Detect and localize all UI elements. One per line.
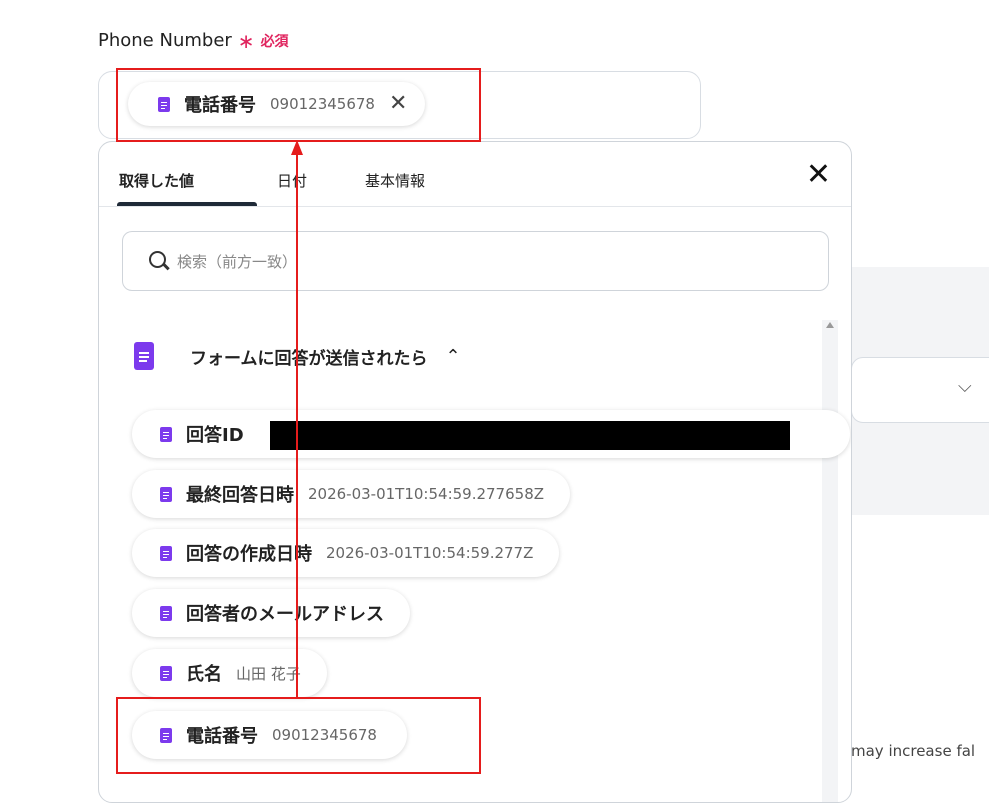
form-document-icon [160,486,172,502]
close-icon[interactable]: ✕ [806,160,831,190]
scroll-up-arrow-icon[interactable] [826,322,834,328]
tab-obtained-values[interactable]: 取得した値 [119,170,194,191]
redacted-value [270,421,790,450]
annotation-arrow-head-icon [291,140,303,155]
highlight-box-phone-item [116,697,481,774]
list-item[interactable]: 最終回答日時 2026-03-01T10:54:59.277658Z [132,470,571,518]
search-input[interactable]: 検索（前方一致） [122,231,829,291]
annotation-arrow-line [296,154,298,697]
form-document-icon [160,605,172,621]
item-label: 最終回答日時 [186,485,294,506]
field-label: Phone Number ∗ 必須 [98,30,289,51]
form-document-icon [134,342,154,370]
item-label: 回答者のメールアドレス [186,604,384,625]
item-label: 氏名 [186,664,222,685]
item-value: 2026-03-01T10:54:59.277Z [326,544,534,562]
search-icon [149,251,169,271]
scrollbar[interactable] [822,320,838,802]
required-text: 必須 [260,33,289,50]
item-value: 2026-03-01T10:54:59.277658Z [308,485,545,503]
highlight-box-selected-chip [116,68,481,142]
required-mark: ∗ [237,28,255,53]
tab-basic-info[interactable]: 基本情報 [365,170,425,191]
item-value: 山田 花子 [236,664,301,683]
tab-divider [99,206,851,207]
group-title: フォームに回答が送信されたら [190,348,428,369]
list-item[interactable]: 回答の作成日時 2026-03-01T10:54:59.277Z [132,529,560,577]
form-document-icon [160,545,172,561]
item-label: 回答ID [186,425,244,446]
tab-date[interactable]: 日付 [277,170,307,191]
form-document-icon [160,426,172,442]
background-hint-text: may increase fal [851,742,976,760]
chevron-up-icon[interactable]: ⌃ [446,346,461,367]
item-label: 回答の作成日時 [186,544,312,565]
form-document-icon [160,665,172,681]
field-label-text: Phone Number [98,30,232,51]
list-item[interactable]: 回答者のメールアドレス [132,589,410,637]
chevron-down-icon[interactable]: ⌵ [958,376,972,397]
search-placeholder: 検索（前方一致） [177,252,298,271]
